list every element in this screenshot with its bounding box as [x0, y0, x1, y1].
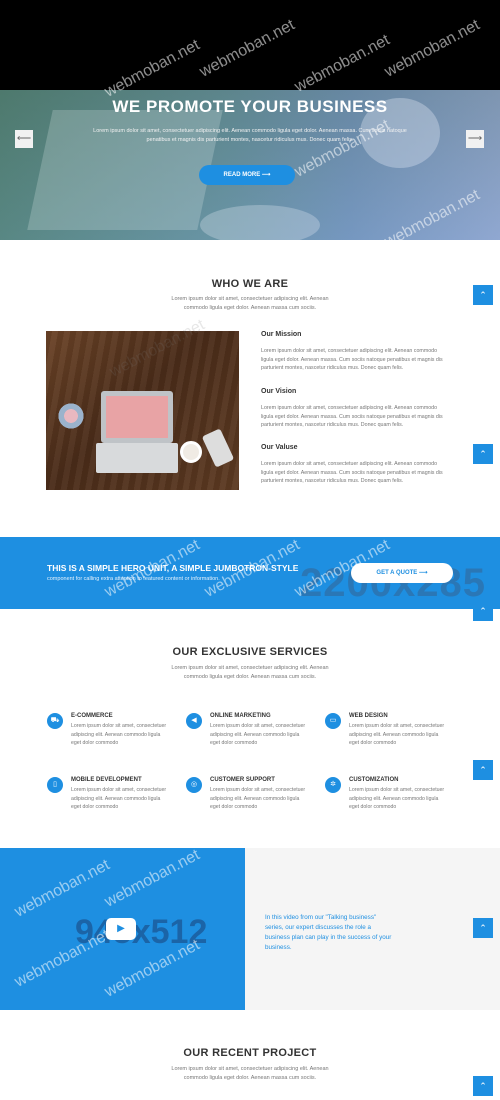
service-title: WEB DESIGN — [349, 713, 388, 719]
scroll-up-button[interactable]: ⌃ — [473, 760, 493, 780]
service-title: ONLINE MARKETING — [210, 713, 271, 719]
service-title: E-COMMERCE — [71, 713, 113, 719]
jumbotron-text: component for calling extra attention to… — [47, 576, 220, 582]
video-description: In this video from our "Talking business… — [265, 914, 392, 951]
hero-background-plate — [200, 205, 320, 240]
projects-title: OUR RECENT PROJECT — [183, 1047, 317, 1059]
services-title: OUR EXCLUSIVE SERVICES — [172, 646, 328, 658]
about-item-text: Lorem ipsum dolor sit amet, consectetuer… — [261, 461, 443, 484]
coffee-cup — [180, 441, 202, 463]
service-text: Lorem ipsum dolor sit amet, consectetuer… — [349, 787, 445, 810]
about-item-title: Our Vision — [261, 388, 297, 395]
service-title: MOBILE DEVELOPMENT — [71, 777, 142, 783]
about-item-title: Our Valuse — [261, 444, 298, 451]
service-title: CUSTOMER SUPPORT — [210, 777, 275, 783]
cart-icon: ⛟ — [47, 713, 63, 729]
scroll-up-button[interactable]: ⌃ — [473, 444, 493, 464]
gear-icon: ✲ — [325, 777, 341, 793]
video-description-panel: In this video from our "Talking business… — [245, 848, 500, 1010]
jumbotron-band: 2200x285 THIS IS A SIMPLE HERO UNIT, A S… — [0, 537, 500, 609]
about-item-vision: Our Vision Lorem ipsum dolor sit amet, c… — [261, 388, 447, 430]
service-text: Lorem ipsum dolor sit amet, consectetuer… — [210, 787, 306, 810]
projects-subtitle: Lorem ipsum dolor sit amet, consectetuer… — [171, 1066, 329, 1081]
laptop-screen — [101, 391, 173, 443]
laptop-keyboard — [96, 443, 178, 473]
hero-slider: WE PROMOTE YOUR BUSINESS Lorem ipsum dol… — [0, 90, 500, 240]
about-item-title: Our Mission — [261, 331, 302, 338]
about-title: WHO WE ARE — [211, 278, 289, 290]
play-icon[interactable]: ▶ — [106, 918, 136, 940]
hero-prev-button[interactable]: ⟵ — [15, 130, 33, 148]
jumbotron-title: THIS IS A SIMPLE HERO UNIT, A SIMPLE JUM… — [47, 563, 299, 573]
hero-title: WE PROMOTE YOUR BUSINESS — [112, 97, 388, 116]
video-placeholder-label: 945x512 — [75, 913, 208, 951]
mobile-icon: ▯ — [47, 777, 63, 793]
about-item-mission: Our Mission Lorem ipsum dolor sit amet, … — [261, 331, 447, 373]
support-icon: ◎ — [186, 777, 202, 793]
scroll-up-button[interactable]: ⌃ — [473, 918, 493, 938]
service-text: Lorem ipsum dolor sit amet, consectetuer… — [210, 723, 306, 746]
scroll-up-button[interactable]: ⌃ — [473, 1076, 493, 1096]
about-item-text: Lorem ipsum dolor sit amet, consectetuer… — [261, 348, 443, 371]
service-text: Lorem ipsum dolor sit amet, consectetuer… — [71, 723, 167, 746]
get-quote-button[interactable]: GET A QUOTE ⟶ — [351, 563, 453, 583]
megaphone-icon: ◀ — [186, 713, 202, 729]
scroll-up-button[interactable]: ⌃ — [473, 285, 493, 305]
top-bar — [0, 0, 500, 90]
hero-subtitle: Lorem ipsum dolor sit amet, consectetuer… — [93, 128, 407, 143]
flowers-decor — [54, 401, 88, 431]
about-item-text: Lorem ipsum dolor sit amet, consectetuer… — [261, 405, 443, 428]
service-title: CUSTOMIZATION — [349, 777, 399, 783]
monitor-icon: ▭ — [325, 713, 341, 729]
about-item-values: Our Valuse Lorem ipsum dolor sit amet, c… — [261, 444, 447, 486]
hero-next-button[interactable]: ⟶ — [466, 130, 484, 148]
services-subtitle: Lorem ipsum dolor sit amet, consectetuer… — [171, 665, 329, 680]
read-more-button[interactable]: READ MORE ⟶ — [199, 165, 295, 185]
scroll-up-button[interactable]: ⌃ — [473, 601, 493, 621]
about-image — [46, 331, 239, 490]
service-text: Lorem ipsum dolor sit amet, consectetuer… — [71, 787, 167, 810]
service-text: Lorem ipsum dolor sit amet, consectetuer… — [349, 723, 445, 746]
about-subtitle: Lorem ipsum dolor sit amet, consectetuer… — [171, 296, 329, 311]
